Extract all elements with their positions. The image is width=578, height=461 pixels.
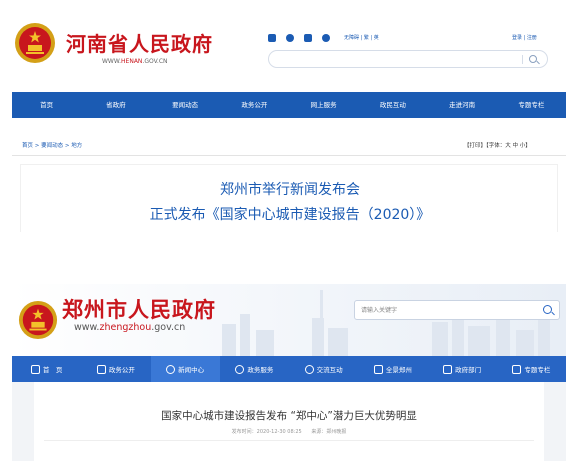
henan-search-input[interactable] — [279, 55, 519, 64]
article-card: 国家中心城市建设报告发布 “郑中心”潜力巨大优势明显 发布时间：2020-12-… — [34, 382, 544, 461]
print-font-tools[interactable]: 【打印】【字体：大 中 小】 — [464, 141, 531, 149]
article-title: 国家中心城市建设报告发布 “郑中心”潜力巨大优势明显 — [161, 410, 417, 422]
nav-item-interaction[interactable]: 政民互动 — [358, 92, 427, 118]
accessibility-links[interactable]: 无障碍 | 繁 | 英 — [344, 34, 379, 41]
site-url: WWW.HENAN.GOV.CN — [102, 58, 168, 65]
globe-icon — [166, 364, 176, 374]
zhengzhou-header: 郑州市人民政府 www.zhengzhou.gov.cn — [12, 284, 566, 356]
building-icon — [443, 364, 453, 374]
nav-item-label: 政务服务 — [247, 366, 274, 374]
henan-main-nav: 首页 省政府 要闻动态 政务公开 网上服务 政民互动 走进河南 专题专栏 — [12, 92, 566, 118]
document-icon — [96, 364, 106, 374]
site-url: www.zhengzhou.gov.cn — [74, 322, 186, 333]
national-emblem-icon — [15, 23, 55, 63]
nav-item-gov-services[interactable]: 政务服务 — [220, 356, 289, 382]
divider — [44, 440, 534, 441]
nav-item-panorama[interactable]: 全景郑州 — [358, 356, 427, 382]
nav-item-gov-affairs[interactable]: 政务公开 — [81, 356, 150, 382]
zhengzhou-search-input[interactable] — [361, 306, 531, 316]
divider — [12, 155, 566, 156]
site-title[interactable]: 河南省人民政府 — [66, 28, 213, 57]
weibo-icon[interactable] — [286, 34, 294, 42]
nav-item-departments[interactable]: 政府部门 — [428, 356, 497, 382]
nav-item-label: 新闻中心 — [178, 366, 205, 374]
article-title-line-1: 郑州市举行新闻发布会 — [220, 182, 360, 198]
nav-item-label: 首 页 — [42, 366, 63, 374]
henan-header: 河南省人民政府 WWW.HENAN.GOV.CN 无障碍 | 繁 | 英 登录 … — [0, 0, 578, 92]
nav-item-label: 政务公开 — [108, 366, 135, 374]
zhengzhou-search-box[interactable] — [354, 300, 560, 320]
nav-item-news[interactable]: 要闻动态 — [151, 92, 220, 118]
nav-item-gov-affairs[interactable]: 政务公开 — [220, 92, 289, 118]
nav-item-interaction[interactable]: 交流互动 — [289, 356, 358, 382]
quick-links — [268, 34, 330, 42]
publish-time: 发布时间：2020-12-30 08:25 — [231, 429, 302, 435]
article-source: 来源：郑州晚报 — [311, 429, 347, 435]
chat-icon — [304, 364, 314, 374]
login-register-link[interactable]: 登录 | 注册 — [512, 34, 537, 41]
search-divider — [522, 55, 523, 64]
nav-item-special-topics[interactable]: 专题专栏 — [497, 92, 566, 118]
nav-item-special-topics[interactable]: 专题专栏 — [497, 356, 566, 382]
nav-item-label: 交流互动 — [316, 366, 343, 374]
list-icon — [512, 364, 522, 374]
map-icon — [373, 364, 383, 374]
search-icon[interactable] — [529, 55, 537, 63]
mobile-icon[interactable] — [304, 34, 312, 42]
breadcrumb[interactable]: 首页 > 要闻动态 > 地方 — [22, 141, 82, 149]
henan-search-box[interactable] — [268, 50, 548, 68]
wechat-icon[interactable] — [268, 34, 276, 42]
nav-item-label: 全景郑州 — [385, 366, 412, 374]
site-title[interactable]: 郑州市人民政府 — [62, 294, 216, 324]
nav-item-online-services[interactable]: 网上服务 — [289, 92, 358, 118]
nav-item-provincial-government[interactable]: 省政府 — [81, 92, 150, 118]
nav-item-about-henan[interactable]: 走进河南 — [428, 92, 497, 118]
home-icon — [30, 364, 40, 374]
article-title-line-2: 正式发布《国家中心城市建设报告（2020）》 — [149, 207, 431, 223]
nav-item-home[interactable]: 首页 — [12, 92, 81, 118]
national-emblem-icon — [18, 300, 58, 340]
article-meta: 发布时间：2020-12-30 08:25 来源：郑州晚报 — [34, 428, 544, 435]
app-icon[interactable] — [322, 34, 330, 42]
nav-item-label: 政府部门 — [455, 366, 482, 374]
heart-icon — [235, 364, 245, 374]
search-icon[interactable] — [543, 305, 552, 314]
nav-item-news-center[interactable]: 新闻中心 — [150, 356, 220, 382]
nav-item-label: 专题专栏 — [524, 366, 551, 374]
zhengzhou-article-area: 国家中心城市建设报告发布 “郑中心”潜力巨大优势明显 发布时间：2020-12-… — [12, 382, 566, 461]
henan-article-header: 郑州市举行新闻发布会 正式发布《国家中心城市建设报告（2020）》 — [20, 164, 558, 232]
zhengzhou-main-nav: 首 页 政务公开 新闻中心 政务服务 交流互动 全景郑州 政府部门 专题专栏 — [12, 356, 566, 382]
nav-item-home[interactable]: 首 页 — [12, 356, 81, 382]
